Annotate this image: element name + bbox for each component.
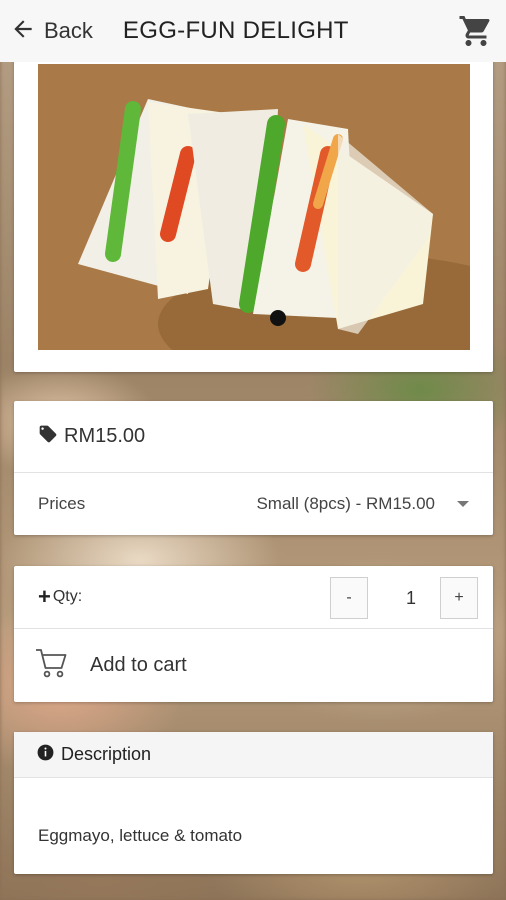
description-title: Description: [61, 744, 152, 764]
price-tag-icon: [38, 424, 64, 449]
price-option-select[interactable]: Small (8pcs) - RM15.00: [256, 494, 469, 514]
dropdown-caret-icon: [457, 501, 469, 507]
arrow-left-icon: [10, 16, 36, 47]
description-text: Eggmayo, lettuce & tomato: [38, 826, 243, 845]
price-option-row: Prices Small (8pcs) - RM15.00: [14, 473, 493, 535]
quantity-row: + Qty: - 1 +: [14, 566, 493, 629]
shopping-cart-button[interactable]: [458, 12, 494, 50]
carousel-indicator-dot[interactable]: [270, 310, 286, 326]
cart-outline-icon: [34, 645, 90, 686]
price-value: RM15.00: [64, 425, 146, 447]
add-to-cart-button[interactable]: Add to cart: [14, 629, 493, 701]
decrease-quantity-button[interactable]: -: [330, 577, 368, 619]
top-app-bar: Back EGG-FUN DELIGHT: [0, 0, 506, 62]
product-image-card: [14, 58, 493, 372]
product-image-carousel[interactable]: [38, 64, 470, 350]
info-circle-icon: [36, 743, 61, 767]
description-header: Description: [14, 732, 493, 778]
back-button[interactable]: Back: [10, 11, 93, 51]
quantity-label: Qty:: [52, 588, 83, 605]
sandwich-photo: [38, 64, 470, 350]
back-label: Back: [44, 18, 93, 43]
shopping-cart-icon: [458, 16, 494, 54]
plus-icon: +: [38, 584, 51, 609]
increase-quantity-button[interactable]: +: [440, 577, 478, 619]
quantity-card: + Qty: - 1 + Add to cart: [14, 566, 493, 702]
price-option-label: Prices: [38, 494, 86, 513]
price-option-selected: Small (8pcs) - RM15.00: [256, 494, 435, 513]
price-row: RM15.00: [14, 401, 493, 473]
description-card: Description Eggmayo, lettuce & tomato: [14, 732, 493, 874]
page-title: EGG-FUN DELIGHT: [122, 17, 349, 44]
quantity-value[interactable]: 1: [386, 577, 436, 619]
add-to-cart-label: Add to cart: [90, 653, 187, 676]
price-card: RM15.00 Prices Small (8pcs) - RM15.00: [14, 401, 493, 535]
